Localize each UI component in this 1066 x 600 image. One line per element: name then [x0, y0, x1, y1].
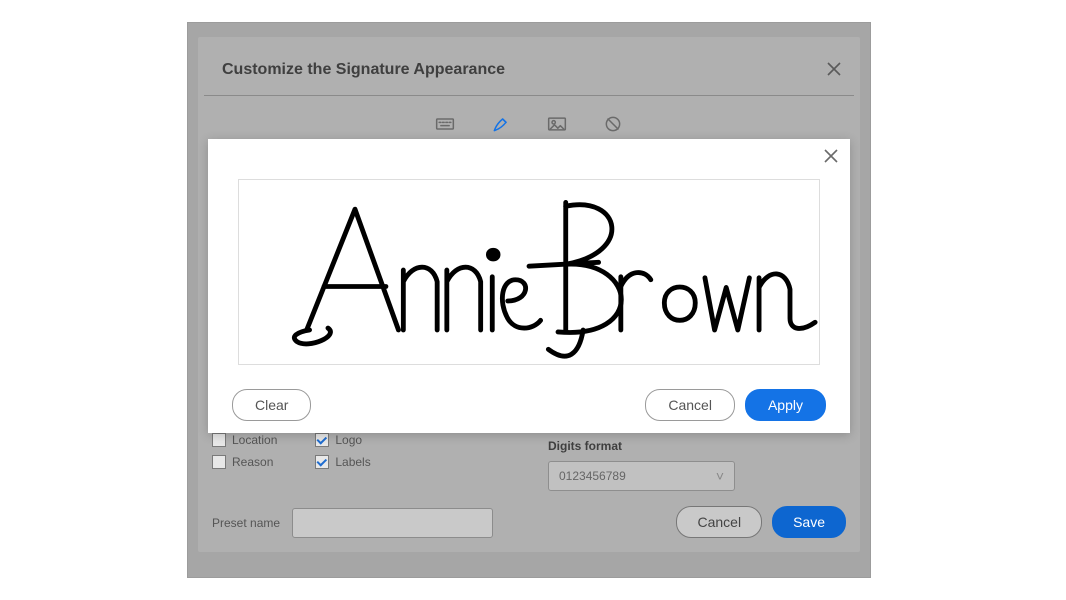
checkbox-icon [212, 433, 226, 447]
preset-name-label: Preset name [212, 516, 280, 530]
image-icon [547, 114, 567, 134]
option-reason[interactable]: Reason [212, 451, 312, 473]
pen-icon [491, 114, 511, 134]
chevron-down-icon: ˅ [716, 468, 724, 484]
draw-signature-modal: Clear Cancel Apply [208, 139, 850, 433]
checkbox-icon [212, 455, 226, 469]
option-label: Location [232, 433, 277, 447]
digits-format-value: 0123456789 [559, 469, 626, 483]
digits-format-select[interactable]: 0123456789 ˅ [548, 461, 735, 491]
keyboard-icon [435, 114, 455, 134]
clear-button[interactable]: Clear [232, 389, 311, 421]
option-label: Logo [335, 433, 362, 447]
dialog-save-button[interactable]: Save [772, 506, 846, 538]
close-icon [827, 62, 841, 76]
dialog-surface: Customize the Signature Appearance Date … [198, 37, 860, 552]
tab-type-text[interactable] [432, 111, 458, 137]
signature-appearance-dialog: Customize the Signature Appearance Date … [187, 22, 871, 578]
checkbox-icon [315, 455, 329, 469]
apply-button[interactable]: Apply [745, 389, 826, 421]
tab-type-none[interactable] [600, 111, 626, 137]
option-label: Reason [232, 455, 273, 469]
dialog-close-button[interactable] [824, 59, 844, 79]
signature-canvas[interactable] [238, 179, 820, 365]
preset-name-input[interactable] [292, 508, 493, 538]
signature-stroke [239, 180, 819, 364]
divider [204, 95, 854, 96]
checkbox-icon [315, 433, 329, 447]
option-labels[interactable]: Labels [315, 451, 490, 473]
close-icon [824, 149, 838, 163]
modal-close-button[interactable] [824, 149, 838, 168]
modal-cancel-button[interactable]: Cancel [645, 389, 735, 421]
dialog-title: Customize the Signature Appearance [222, 61, 505, 79]
tab-type-draw[interactable] [488, 111, 514, 137]
signature-mode-tabs [198, 111, 860, 141]
digits-format-label: Digits format [548, 439, 735, 453]
option-label: Labels [335, 455, 370, 469]
dialog-cancel-button[interactable]: Cancel [676, 506, 762, 538]
none-icon [603, 114, 623, 134]
tab-type-image[interactable] [544, 111, 570, 137]
